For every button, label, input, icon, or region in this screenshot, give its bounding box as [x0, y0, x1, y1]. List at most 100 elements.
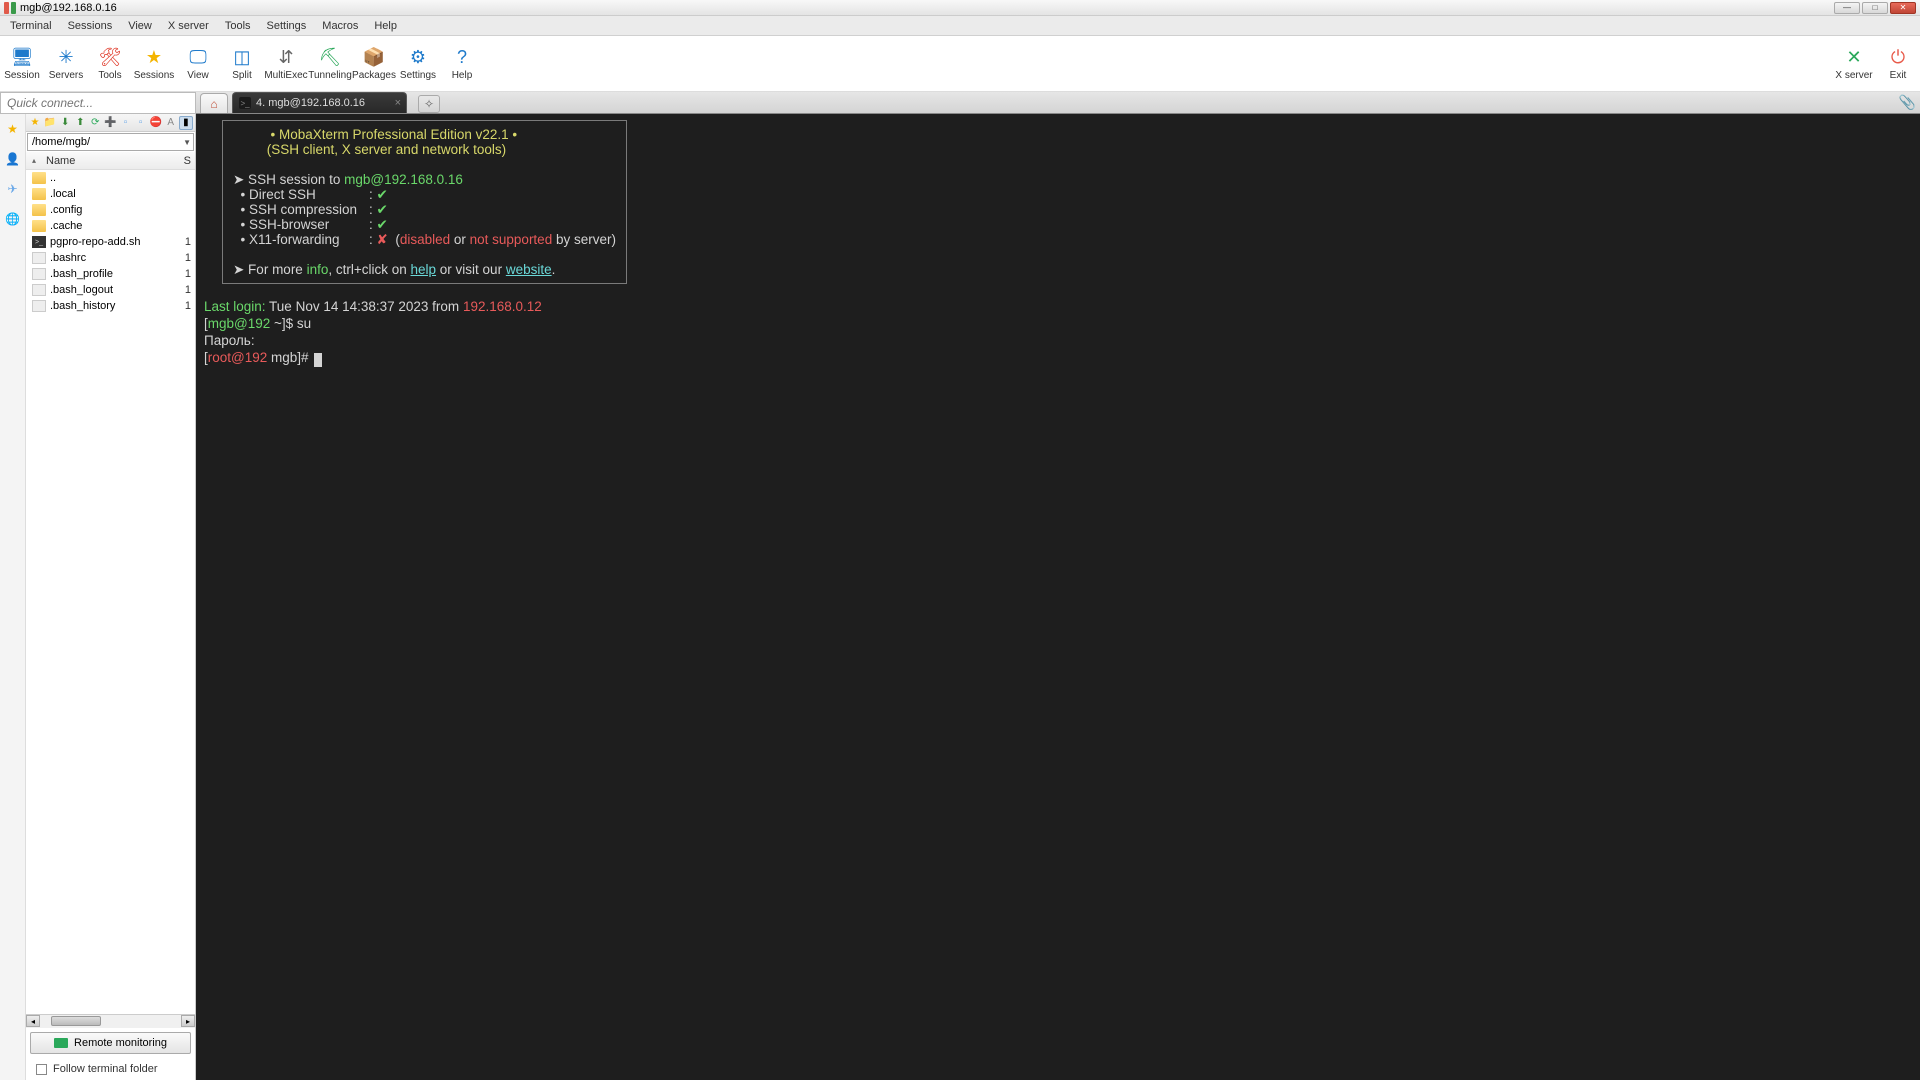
minimize-button[interactable]: — — [1834, 2, 1860, 14]
menu-view[interactable]: View — [120, 18, 160, 34]
remote-monitoring-label: Remote monitoring — [74, 1037, 167, 1049]
file-list[interactable]: .. .local .config .cache >_ pgpro-repo-add.sh… — [26, 170, 195, 1014]
xserver-button[interactable]: ✕X server — [1832, 38, 1876, 90]
tunneling-button[interactable]: ⛏Tunneling — [308, 38, 352, 90]
file-name: .bashrc — [50, 252, 86, 264]
follow-checkbox[interactable] — [36, 1064, 47, 1075]
file-name: pgpro-repo-add.sh — [50, 236, 141, 248]
file-row[interactable]: .cache — [26, 218, 195, 234]
sidebar-chip-3[interactable]: 🌐 — [4, 210, 22, 228]
multiexec-icon: ⇵ — [275, 46, 297, 68]
follow-terminal-row[interactable]: Follow terminal folder — [26, 1058, 195, 1080]
upload-icon[interactable]: ⬆ — [73, 116, 87, 130]
view-button[interactable]: 🖵 View — [176, 38, 220, 90]
monitor-icon — [54, 1038, 68, 1048]
settings-button[interactable]: ⚙ Settings — [396, 38, 440, 90]
multiexec-button[interactable]: ⇵ MultiExec — [264, 38, 308, 90]
session-label: Session — [4, 70, 40, 81]
sidebar-chip-2[interactable]: ✈ — [4, 180, 22, 198]
xserver-label: X server — [1835, 70, 1872, 81]
help-button[interactable]: ? Help — [440, 38, 484, 90]
tools-button[interactable]: 🛠Tools — [88, 38, 132, 90]
menu-sessions[interactable]: Sessions — [60, 18, 121, 34]
tunneling-label: Tunneling — [308, 70, 352, 81]
file-icon — [32, 284, 46, 296]
banner-box: • MobaXterm Professional Edition v22.1 •… — [222, 120, 627, 284]
paperclip-icon[interactable]: 📎 — [1899, 94, 1916, 111]
packages-button[interactable]: 📦Packages — [352, 38, 396, 90]
follow-label: Follow terminal folder — [53, 1063, 158, 1075]
toggle-icon[interactable]: ▮ — [179, 116, 193, 130]
sidebar-chip-0[interactable]: ★ — [4, 120, 22, 138]
download-icon[interactable]: ⬇ — [58, 116, 72, 130]
help-icon: ? — [451, 46, 473, 68]
file-row[interactable]: .local — [26, 186, 195, 202]
delete-icon[interactable]: ⛔ — [149, 116, 163, 130]
file-row[interactable]: .bash_profile1 — [26, 266, 195, 282]
file-row[interactable]: .. — [26, 170, 195, 186]
sftp-toolbar: ★ 📁 ⬇ ⬆ ⟳ ➕ ▫ ▫ ⛔ A ▮ — [26, 114, 195, 132]
file-row[interactable]: .bash_history 1 — [26, 298, 195, 314]
refresh-icon[interactable]: ⟳ — [88, 116, 102, 130]
quick-connect-input[interactable] — [0, 92, 196, 114]
horiz-scrollbar[interactable]: ◂▸ — [26, 1014, 195, 1028]
remote-monitoring-button[interactable]: Remote monitoring — [30, 1032, 191, 1054]
sessions-label: Sessions — [134, 70, 175, 81]
close-button[interactable]: ✕ — [1890, 2, 1916, 14]
exit-icon: ⏻ — [1887, 46, 1909, 68]
sessions-button[interactable]: ★Sessions — [132, 38, 176, 90]
servers-button[interactable]: ✳Servers — [44, 38, 88, 90]
session-tab[interactable]: >_ 4. mgb@192.168.0.16 × — [232, 92, 407, 113]
toolbar: 🖥Session✳Servers🛠Tools★Sessions 🖵 View ◫Spl… — [0, 36, 1920, 92]
newfolder-icon[interactable]: ➕ — [103, 116, 117, 130]
paste-icon[interactable]: ▫ — [118, 116, 132, 130]
settings-icon: ⚙ — [407, 46, 429, 68]
sftp-panel: ★ 📁 ⬇ ⬆ ⟳ ➕ ▫ ▫ ⛔ A ▮ /home/mgb/ ▼ ▴ Nam… — [26, 114, 196, 1080]
chevron-down-icon[interactable]: ▼ — [183, 138, 191, 147]
menu-help[interactable]: Help — [366, 18, 405, 34]
split-button[interactable]: ◫Split — [220, 38, 264, 90]
file-name: .bash_logout — [50, 284, 113, 296]
file-name: .config — [50, 204, 82, 216]
file-name: .bash_history — [50, 300, 115, 312]
file-icon — [32, 268, 46, 280]
view-icon: 🖵 — [187, 46, 209, 68]
tools-icon: 🛠 — [99, 46, 121, 68]
file-name: .cache — [50, 220, 82, 232]
maximize-button[interactable]: □ — [1862, 2, 1888, 14]
file-icon: >_ — [32, 236, 46, 248]
exit-button[interactable]: ⏻Exit — [1876, 38, 1920, 90]
session-button[interactable]: 🖥Session — [0, 38, 44, 90]
star-icon[interactable]: ★ — [28, 116, 42, 130]
file-row[interactable]: .bash_logout1 — [26, 282, 195, 298]
folder-icon[interactable]: 📁 — [43, 116, 57, 130]
file-list-header[interactable]: ▴ Name S — [26, 152, 195, 170]
terminal[interactable]: • MobaXterm Professional Edition v22.1 •… — [196, 114, 1920, 1080]
sidebar-chip-1[interactable]: 👤 — [4, 150, 22, 168]
copy-icon[interactable]: ▫ — [134, 116, 148, 130]
new-tab-button[interactable]: ✧ — [418, 95, 440, 113]
tab-close-icon[interactable]: × — [395, 97, 401, 109]
props-icon[interactable]: A — [164, 116, 178, 130]
home-tab[interactable]: ⌂ — [200, 93, 228, 113]
settings-label: Settings — [400, 70, 436, 81]
menu-settings[interactable]: Settings — [259, 18, 315, 34]
servers-label: Servers — [49, 70, 83, 81]
file-row[interactable]: >_ pgpro-repo-add.sh 1 — [26, 234, 195, 250]
file-size: 1 — [185, 300, 191, 312]
packages-icon: 📦 — [363, 46, 385, 68]
menu-x-server[interactable]: X server — [160, 18, 217, 34]
help-label: Help — [452, 70, 473, 81]
file-row[interactable]: .config — [26, 202, 195, 218]
file-size: 1 — [185, 236, 191, 248]
file-row[interactable]: .bashrc1 — [26, 250, 195, 266]
path-input[interactable]: /home/mgb/ ▼ — [27, 133, 194, 151]
cursor — [314, 353, 322, 367]
menu-terminal[interactable]: Terminal — [2, 18, 60, 34]
menu-tools[interactable]: Tools — [217, 18, 259, 34]
view-label: View — [187, 70, 209, 81]
multiexec-label: MultiExec — [264, 70, 307, 81]
file-name: .local — [50, 188, 76, 200]
menu-macros[interactable]: Macros — [314, 18, 366, 34]
tab-bar: ⌂ >_ 4. mgb@192.168.0.16 × ✧ 📎 — [0, 92, 1920, 114]
